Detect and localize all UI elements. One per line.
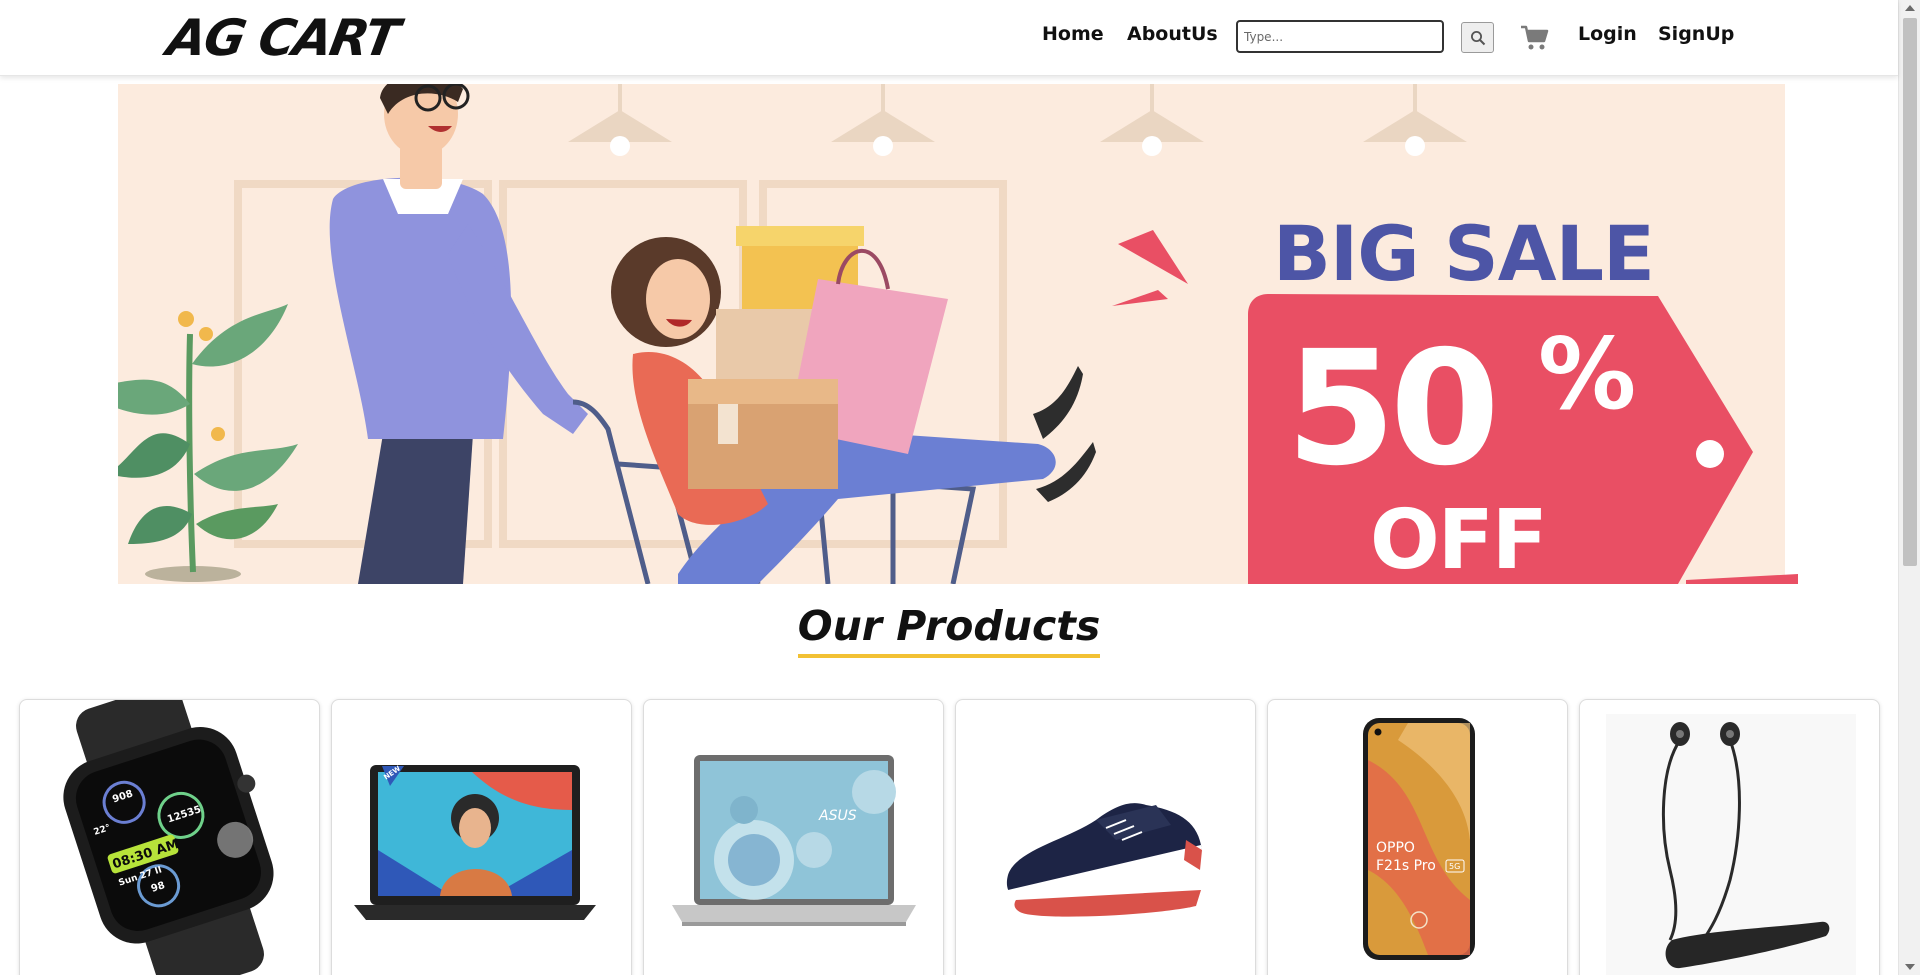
product-image-running-shoe — [1006, 803, 1205, 917]
phone-5g-text: 5G — [1449, 862, 1460, 871]
product-image-laptop-dell: NEW — [354, 764, 596, 920]
search-input[interactable] — [1236, 20, 1444, 53]
product-card-neckband-earphones[interactable] — [1579, 699, 1880, 975]
shopping-bags-illustration — [688, 226, 948, 489]
hero-banner[interactable]: BIG SALE 50 % OFF — [118, 84, 1798, 586]
scrollbar-thumb[interactable] — [1903, 18, 1917, 566]
banner-illustration — [118, 84, 1798, 584]
sale-accent-shapes — [1112, 230, 1188, 306]
product-card-laptop-dell[interactable]: NEW — [331, 699, 632, 975]
product-image-neckband-earphones — [1606, 714, 1856, 975]
section-title: Our Products — [797, 600, 1101, 658]
man-figure — [329, 84, 588, 584]
page: AG CART Home AboutUs Login SignUp — [0, 0, 1920, 975]
nav-login-link[interactable]: Login — [1578, 20, 1637, 48]
product-image-smartwatch: 908 12535 08:30 AM Sun 27 II 98 22° — [63, 700, 274, 975]
scroll-up-arrow-icon[interactable] — [1905, 5, 1915, 11]
search-button[interactable] — [1461, 22, 1494, 53]
product-image-phone-oppo: OPPO F21s Pro 5G — [1363, 718, 1475, 960]
product-card-running-shoe[interactable] — [955, 699, 1256, 975]
nav-about-link[interactable]: AboutUs — [1127, 20, 1218, 48]
phone-model-text: F21s Pro — [1376, 858, 1436, 874]
cart-icon[interactable] — [1520, 24, 1550, 52]
product-image-laptop-asus: ASUS — [672, 755, 916, 926]
section-heading: Our Products — [0, 600, 1898, 658]
product-card-smartwatch[interactable]: 908 12535 08:30 AM Sun 27 II 98 22° — [19, 699, 320, 975]
nav-signup-link[interactable]: SignUp — [1658, 20, 1734, 48]
navbar: AG CART Home AboutUs Login SignUp — [0, 0, 1898, 76]
vertical-scrollbar[interactable] — [1898, 0, 1920, 975]
phone-brand-text: OPPO — [1376, 840, 1415, 856]
search-icon — [1470, 30, 1485, 45]
product-grid: 908 12535 08:30 AM Sun 27 II 98 22° NEW … — [19, 699, 1881, 975]
logo[interactable]: AG CART — [163, 9, 402, 67]
nav-home-link[interactable]: Home — [1042, 20, 1104, 48]
product-card-laptop-asus[interactable]: ASUS — [643, 699, 944, 975]
price-tag — [1248, 294, 1753, 584]
ceiling-lamps — [568, 84, 1467, 156]
product-card-phone-oppo[interactable]: OPPO F21s Pro 5G — [1267, 699, 1568, 975]
asus-logo-text: ASUS — [818, 808, 857, 824]
scroll-down-arrow-icon[interactable] — [1905, 964, 1915, 970]
